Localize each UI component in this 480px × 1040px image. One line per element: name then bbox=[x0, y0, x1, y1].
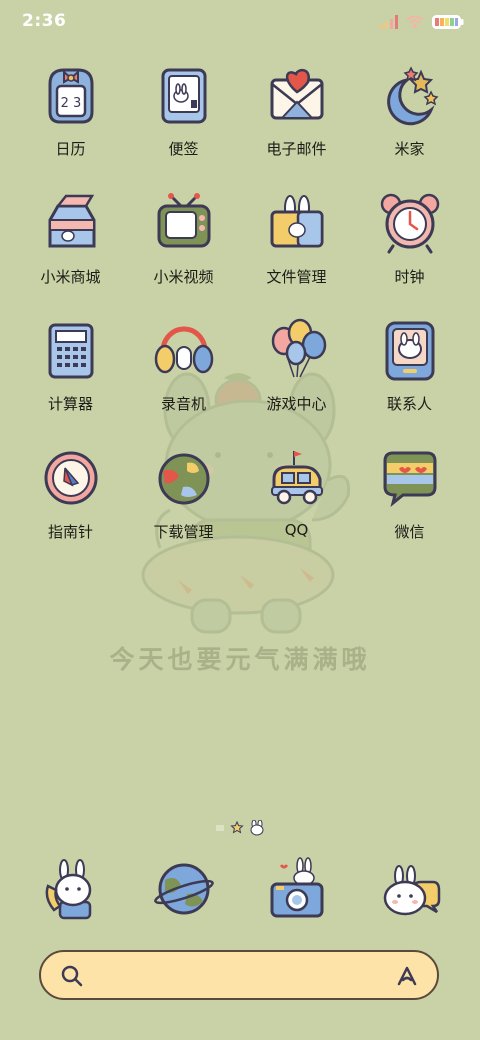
calendar-icon: 2 3 bbox=[48, 68, 93, 124]
app-notes[interactable]: 便签 bbox=[127, 62, 240, 190]
mi-store-icon bbox=[48, 194, 95, 247]
recorder-icon bbox=[154, 326, 213, 374]
app-wechat[interactable]: 微信 bbox=[353, 445, 466, 573]
dock-browser[interactable] bbox=[127, 856, 240, 922]
search-bar[interactable] bbox=[39, 950, 439, 1000]
wallpaper-caption: 今天也要元气满满哦 bbox=[109, 645, 371, 674]
app-mi-store[interactable]: 小米商城 bbox=[14, 190, 127, 318]
dock-phone[interactable] bbox=[14, 856, 127, 922]
app-calculator[interactable]: 计算器 bbox=[14, 317, 127, 445]
wechat-icon bbox=[383, 451, 436, 507]
app-label: 便签 bbox=[168, 140, 199, 158]
mi-home-icon bbox=[386, 66, 438, 126]
wifi-icon bbox=[406, 15, 424, 28]
game-center-icon bbox=[271, 318, 326, 378]
dock-camera[interactable] bbox=[240, 856, 353, 922]
app-clock[interactable]: 时钟 bbox=[353, 190, 466, 318]
app-calendar[interactable]: 2 3 日历 bbox=[14, 62, 127, 190]
app-label: 下载管理 bbox=[153, 522, 214, 541]
signal-icon bbox=[380, 15, 398, 29]
contacts-icon bbox=[385, 321, 434, 381]
app-grid: 2 3 日历 便签 电子邮件 米家 小米商城 小米视频 文件管理 时钟 计算器 … bbox=[14, 62, 466, 572]
mi-video-icon bbox=[157, 192, 210, 247]
status-bar: 2:36 bbox=[0, 0, 480, 44]
app-label: 计算器 bbox=[47, 395, 93, 413]
status-icons bbox=[380, 13, 464, 31]
app-mi-video[interactable]: 小米视频 bbox=[127, 190, 240, 318]
app-game-center[interactable]: 游戏中心 bbox=[240, 317, 353, 445]
app-label: 小米商城 bbox=[40, 267, 101, 286]
clock-icon bbox=[380, 193, 439, 253]
app-label: 小米视频 bbox=[153, 267, 214, 286]
page-dot-icon bbox=[216, 825, 224, 831]
app-mi-home[interactable]: 米家 bbox=[353, 62, 466, 190]
browser-icon bbox=[153, 863, 214, 915]
app-label: 米家 bbox=[394, 140, 425, 158]
app-label: QQ bbox=[284, 520, 309, 539]
app-contacts[interactable]: 联系人 bbox=[353, 317, 466, 445]
app-download-manager[interactable]: 下载管理 bbox=[127, 445, 240, 573]
app-compass[interactable]: 指南针 bbox=[14, 445, 127, 573]
page-indicator[interactable] bbox=[0, 820, 480, 836]
messages-icon bbox=[383, 865, 440, 916]
assistant-icon[interactable] bbox=[395, 964, 419, 988]
search-icon[interactable] bbox=[61, 965, 83, 987]
battery-icon bbox=[432, 15, 464, 29]
app-file-manager[interactable]: 文件管理 bbox=[240, 190, 353, 318]
notes-icon bbox=[161, 68, 206, 124]
status-time: 2:36 bbox=[22, 11, 67, 31]
app-label: 日历 bbox=[55, 140, 86, 158]
app-recorder[interactable]: 录音机 bbox=[127, 317, 240, 445]
app-label: 时钟 bbox=[394, 267, 425, 286]
compass-icon bbox=[44, 451, 97, 504]
qq-icon bbox=[270, 450, 323, 504]
app-label: 电子邮件 bbox=[266, 140, 327, 158]
camera-icon bbox=[270, 857, 323, 918]
download-manager-icon bbox=[158, 453, 209, 504]
app-email[interactable]: 电子邮件 bbox=[240, 62, 353, 190]
app-label: 录音机 bbox=[160, 395, 206, 413]
dock bbox=[14, 856, 466, 922]
app-label: 微信 bbox=[394, 522, 425, 541]
app-label: 联系人 bbox=[386, 395, 432, 413]
page-bunny-icon bbox=[250, 820, 264, 836]
calculator-icon bbox=[48, 323, 93, 379]
dock-messages[interactable] bbox=[353, 856, 466, 922]
app-label: 游戏中心 bbox=[266, 395, 327, 413]
app-label: 指南针 bbox=[47, 522, 93, 541]
app-label: 文件管理 bbox=[266, 267, 327, 286]
app-qq[interactable]: QQ bbox=[240, 445, 353, 573]
page-star-icon bbox=[230, 821, 244, 834]
email-icon bbox=[270, 68, 323, 120]
phone-icon bbox=[45, 859, 91, 920]
svg-text:2 3: 2 3 bbox=[60, 96, 81, 111]
file-manager-icon bbox=[270, 194, 323, 247]
